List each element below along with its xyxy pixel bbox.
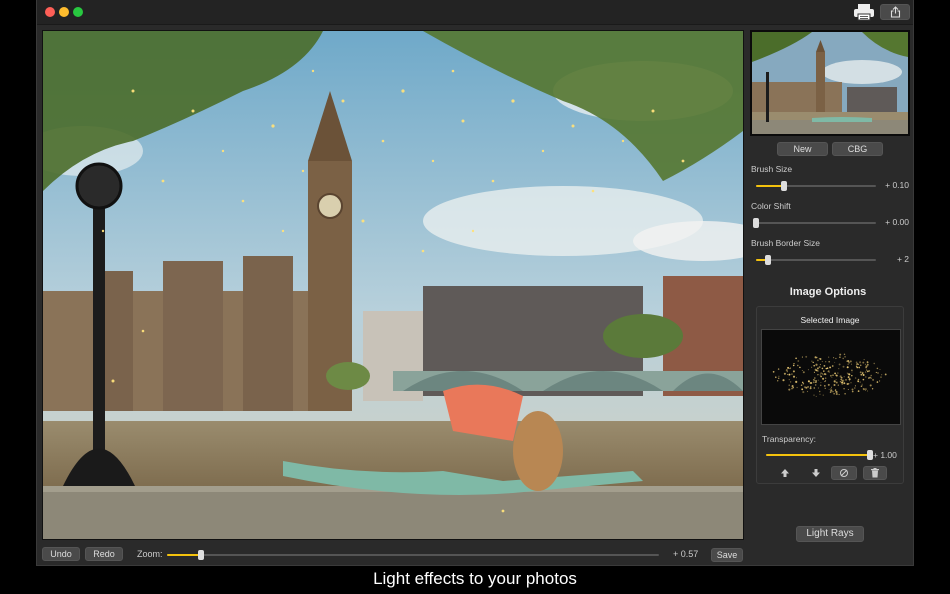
maximize-window-button[interactable] xyxy=(73,7,83,17)
arrow-up-icon xyxy=(781,469,789,477)
color-shift-slider-knob[interactable] xyxy=(753,218,759,228)
printer-icon[interactable] xyxy=(853,3,875,21)
new-button[interactable]: New xyxy=(777,142,828,156)
image-options-panel: Selected Image Transparency: + 1.00 xyxy=(756,306,904,484)
photo-canvas[interactable] xyxy=(42,30,744,540)
move-down-button[interactable] xyxy=(804,466,828,480)
thumbnail-preview[interactable] xyxy=(750,30,910,136)
share-button[interactable] xyxy=(880,4,910,20)
zoom-slider[interactable] xyxy=(167,550,659,560)
redo-button[interactable]: Redo xyxy=(85,547,123,561)
minimize-window-button[interactable] xyxy=(59,7,69,17)
close-window-button[interactable] xyxy=(45,7,55,17)
brush-size-value: + 0.10 xyxy=(885,180,909,190)
color-shift-label: Color Shift xyxy=(751,201,791,211)
transparency-slider-fill xyxy=(766,454,870,456)
move-up-button[interactable] xyxy=(773,466,797,480)
brush-border-size-slider[interactable] xyxy=(756,255,876,265)
image-options-title: Image Options xyxy=(789,286,867,298)
transparency-value: + 1.00 xyxy=(873,450,897,460)
brush-size-label: Brush Size xyxy=(751,164,793,174)
reset-button[interactable] xyxy=(831,466,857,480)
brush-size-slider-knob[interactable] xyxy=(780,181,787,191)
brush-border-size-value: + 2 xyxy=(896,254,909,264)
zoom-slider-fill xyxy=(167,554,202,556)
undo-button[interactable]: Undo xyxy=(42,547,80,561)
light-rays-button[interactable]: Light Rays xyxy=(796,526,864,542)
save-button[interactable]: Save xyxy=(711,548,743,562)
zoom-slider-knob[interactable] xyxy=(198,550,205,560)
zoom-value: + 0.57 xyxy=(673,549,699,559)
delete-button[interactable] xyxy=(863,466,887,480)
color-shift-slider[interactable] xyxy=(753,218,876,228)
cbg-button[interactable]: CBG xyxy=(832,142,883,156)
selected-image-preview[interactable] xyxy=(761,329,901,425)
transparency-label: Transparency: xyxy=(762,434,817,444)
brush-border-size-label: Brush Border Size xyxy=(751,238,820,248)
zoom-label: Zoom: xyxy=(137,549,163,559)
share-icon xyxy=(890,6,901,18)
app-window: Undo Redo Zoom: + 0.57 Save New CBG Brus… xyxy=(36,0,914,566)
caption-text: Light effects to your photos xyxy=(0,566,950,594)
reset-icon xyxy=(840,469,848,477)
brush-border-size-slider-knob[interactable] xyxy=(765,255,771,265)
arrow-down-icon xyxy=(812,469,820,477)
brush-size-slider[interactable] xyxy=(756,181,876,191)
color-shift-value: + 0.00 xyxy=(885,217,909,227)
brush-size-slider-fill xyxy=(756,185,784,187)
trash-icon xyxy=(871,468,879,478)
selected-image-label: Selected Image xyxy=(800,315,860,325)
title-bar xyxy=(37,0,913,25)
transparency-slider[interactable] xyxy=(766,450,873,460)
